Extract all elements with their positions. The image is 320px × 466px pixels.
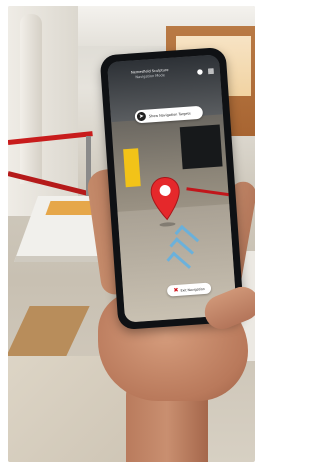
smartphone: Nemesfield Sculpture Navigation Mode ● ▦… xyxy=(99,46,245,331)
floor-tile-wood xyxy=(8,306,90,356)
exit-button-label: Exit Navigation xyxy=(180,286,205,293)
camera-view-rope xyxy=(186,187,233,197)
phone-screen: Nemesfield Sculpture Navigation Mode ● ▦… xyxy=(107,54,237,323)
info-icon[interactable]: ● xyxy=(196,67,205,76)
camera-view-yellow-sign xyxy=(123,148,141,188)
photo-scene: Nemesfield Sculpture Navigation Mode ● ▦… xyxy=(8,6,255,462)
white-column xyxy=(20,14,42,184)
navigation-icon: ➤ xyxy=(136,111,147,122)
location-pin-icon xyxy=(150,177,180,227)
close-icon: ✖ xyxy=(173,286,179,294)
camera-view-dark-panel xyxy=(179,124,223,170)
qr-scan-icon[interactable]: ▦ xyxy=(207,67,216,76)
nav-button-label: Show Navigation Targets xyxy=(148,111,191,118)
